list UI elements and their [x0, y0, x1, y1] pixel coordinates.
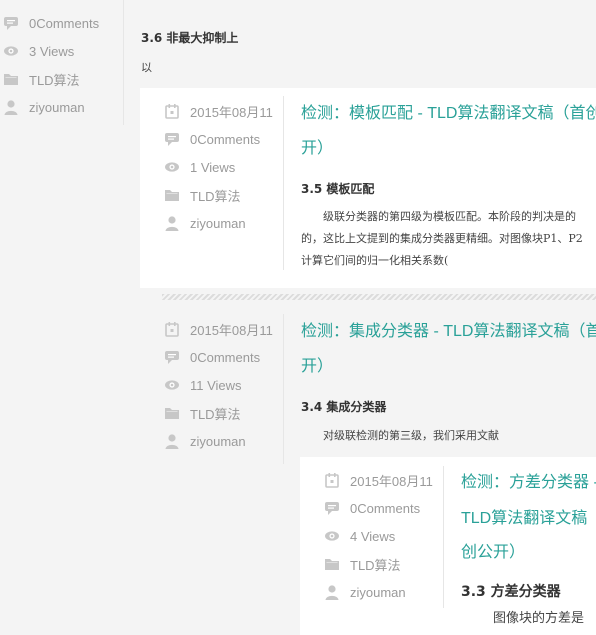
category-link[interactable]: TLD算法	[29, 70, 80, 89]
comments-meta[interactable]: 0Comments	[164, 343, 273, 371]
author-meta[interactable]: ziyouman	[324, 578, 433, 606]
post-excerpt-line: 图像块的方差是	[493, 611, 585, 626]
user-icon	[164, 433, 180, 449]
post-title-link-cont[interactable]: 开）	[301, 131, 333, 167]
author-meta[interactable]: ziyouman	[164, 209, 273, 237]
post-title-link[interactable]: 检测：集成分类器 - TLD算法翻译文稿（首	[301, 314, 596, 350]
post-title-link[interactable]: 检测：模板匹配 - TLD算法翻译文稿（首创	[301, 96, 596, 132]
calendar-icon	[324, 472, 340, 488]
section-heading: 3.4 集成分类器	[301, 400, 387, 414]
eye-icon	[3, 43, 19, 59]
eye-icon	[324, 528, 340, 544]
category-meta[interactable]: TLD算法	[3, 65, 99, 93]
comments-count[interactable]: 0Comments	[29, 16, 99, 31]
post-title-link-cont[interactable]: 开）	[301, 349, 333, 385]
comment-bubble-icon	[3, 15, 19, 31]
meta-divider	[283, 314, 284, 464]
eye-icon	[164, 377, 180, 393]
partial-post-title-fragment[interactable]	[140, 0, 596, 6]
section-heading: 3.6 非最大抑制上	[141, 31, 239, 45]
category-link[interactable]: TLD算法	[350, 555, 401, 574]
views-count: 1 Views	[190, 159, 236, 175]
date-meta: 2015年08月11	[324, 466, 433, 494]
views-count: 4 Views	[350, 528, 396, 544]
comment-bubble-icon	[324, 500, 340, 516]
category-meta[interactable]: TLD算法	[324, 550, 433, 578]
views-count: 3 Views	[29, 43, 75, 59]
author-link[interactable]: ziyouman	[190, 434, 246, 449]
views-meta: 3 Views	[3, 37, 99, 65]
views-meta: 1 Views	[164, 153, 273, 181]
category-link[interactable]: TLD算法	[190, 404, 241, 423]
author-link[interactable]: ziyouman	[350, 585, 406, 600]
views-count: 11 Views	[190, 377, 242, 393]
meta-divider	[283, 96, 284, 270]
folder-icon	[324, 556, 340, 572]
eye-icon	[164, 159, 180, 175]
calendar-icon	[164, 321, 180, 337]
section-heading: 3.5 模板匹配	[301, 182, 375, 196]
partial-post-meta: 0Comments 3 Views TLD算法 ziyouman	[3, 9, 99, 121]
calendar-icon	[164, 103, 180, 119]
post-excerpt-line: 的，这比上文提到的集成分类器更精细。对图像块P1、P2	[301, 232, 583, 245]
comments-meta[interactable]: 0Comments	[164, 125, 273, 153]
views-meta: 11 Views	[164, 371, 273, 399]
post-excerpt-line: 计算它们间的归一化相关系数(	[301, 254, 449, 267]
post-title-link-cont[interactable]: TLD算法翻译文稿（	[461, 501, 596, 537]
meta-divider	[443, 466, 444, 608]
category-meta[interactable]: TLD算法	[164, 181, 273, 209]
comments-meta[interactable]: 0Comments	[3, 9, 99, 37]
post-excerpt: 以	[141, 61, 152, 74]
post-title-link-cont[interactable]: 创公开）	[461, 535, 525, 571]
post-separator	[162, 294, 596, 300]
post-date: 2015年08月11	[190, 322, 273, 338]
category-meta[interactable]: TLD算法	[164, 399, 273, 427]
comments-count[interactable]: 0Comments	[350, 501, 420, 516]
post-meta: 2015年08月11 0Comments 11 Views TLD算法 ziyo…	[164, 315, 273, 455]
post-excerpt-line: 级联分类器的第四级为模板匹配。本阶段的判决是的	[301, 210, 576, 223]
date-meta: 2015年08月11	[164, 97, 273, 125]
views-meta: 4 Views	[324, 522, 433, 550]
post-date: 2015年08月11	[350, 473, 433, 489]
post-excerpt-line: 对级联检测的第三级，我们采用文献	[301, 429, 499, 442]
meta-divider	[123, 0, 124, 125]
folder-icon	[164, 405, 180, 421]
post-meta: 2015年08月11 0Comments 1 Views TLD算法 ziyou…	[164, 97, 273, 237]
date-meta: 2015年08月11	[164, 315, 273, 343]
comment-bubble-icon	[164, 349, 180, 365]
post-date: 2015年08月11	[190, 104, 273, 120]
user-icon	[164, 215, 180, 231]
author-link[interactable]: ziyouman	[29, 100, 85, 115]
post-title-link[interactable]: 检测：方差分类器 -	[461, 465, 596, 501]
comments-count[interactable]: 0Comments	[190, 132, 260, 147]
user-icon	[324, 584, 340, 600]
author-meta[interactable]: ziyouman	[3, 93, 99, 121]
comments-count[interactable]: 0Comments	[190, 350, 260, 365]
author-meta[interactable]: ziyouman	[164, 427, 273, 455]
author-link[interactable]: ziyouman	[190, 216, 246, 231]
user-icon	[3, 99, 19, 115]
comment-bubble-icon	[164, 131, 180, 147]
post-meta: 2015年08月11 0Comments 4 Views TLD算法 ziyou…	[324, 466, 433, 606]
category-link[interactable]: TLD算法	[190, 186, 241, 205]
section-heading: 3.3 方差分类器	[461, 584, 561, 600]
folder-icon	[164, 187, 180, 203]
comments-meta[interactable]: 0Comments	[324, 494, 433, 522]
folder-icon	[3, 71, 19, 87]
